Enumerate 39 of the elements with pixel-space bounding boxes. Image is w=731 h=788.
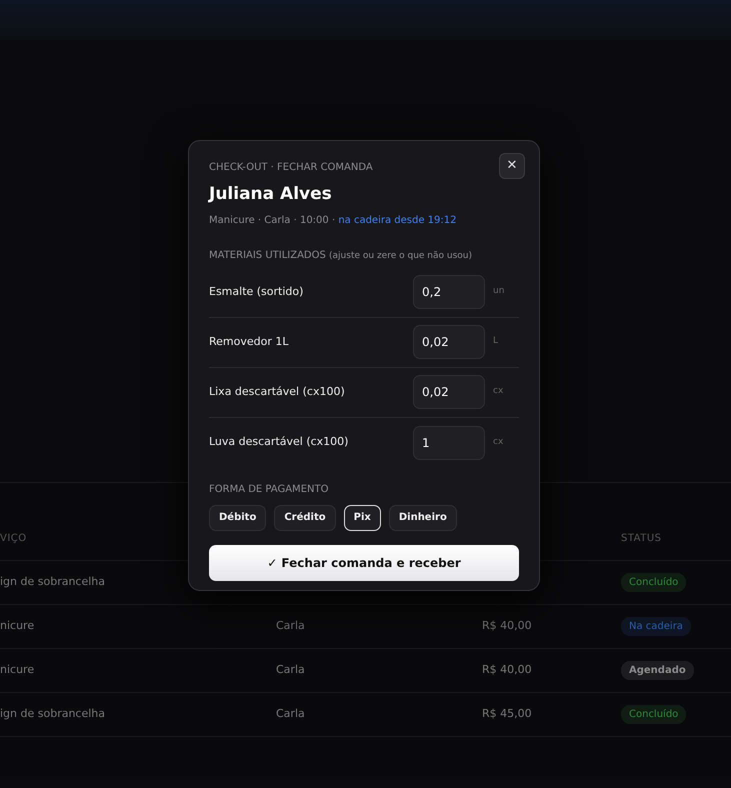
table-cell-text: ign de sobrancelha [0,706,106,722]
quantity-field[interactable]: 0,02 [413,375,485,409]
material-name: Esmalte (sortido) [209,284,304,300]
status-badge: Concluído [621,705,686,724]
unit-label: L [493,335,500,348]
table-cell-text: Carla [276,618,306,634]
table-cell-text: R$ 40,00 [482,618,533,634]
table-cell-text: ign de sobrancelha [0,574,106,590]
payment-option[interactable]: Débito [209,504,266,530]
close-button[interactable]: ✕ [499,153,525,179]
table-cell-text: nicure [0,618,36,634]
material-name: Lixa descartável (cx100) [209,384,346,400]
status-badge: Na cadeira [621,617,691,636]
table-cell-text: R$ 45,00 [482,706,533,722]
payment-option[interactable]: Pix [344,504,381,530]
table-cell-text: Carla [276,706,306,722]
column-header: STATUS [621,532,663,546]
quantity-field[interactable]: 1 [413,426,485,460]
section-title: FORMA DE PAGAMENTO [209,482,330,496]
quantity-field[interactable]: 0,2 [413,275,485,309]
table-cell-text: R$ 40,00 [482,662,533,678]
status-badge: Agendado [621,661,694,680]
quantity-field[interactable]: 0,02 [413,325,485,359]
column-header: VIÇO [0,532,28,546]
unit-label: un [493,285,506,298]
submit-button[interactable]: ✓ Fechar comanda e receber [209,544,519,580]
payment-option[interactable]: Crédito [274,504,336,530]
appointment-info: Manicure · Carla · 10:00 · na cadeira desde 19:12 [209,214,458,228]
section-title: MATERIAIS UTILIZADOS (ajuste ou zere o que não usou) [209,249,473,263]
client-name: Juliana Alves [209,182,333,206]
table-cell-text: nicure [0,662,36,678]
unit-label: cx [493,385,504,398]
material-name: Removedor 1L [209,334,290,350]
dialog-kicker: CHECK-OUT · FECHAR COMANDA [209,161,373,175]
payment-option[interactable]: Dinheiro [388,504,457,530]
unit-label: cx [493,436,504,449]
table-cell-text: Carla [276,662,306,678]
status-badge: Concluído [621,573,686,592]
material-name: Luva descartável (cx100) [209,434,350,450]
